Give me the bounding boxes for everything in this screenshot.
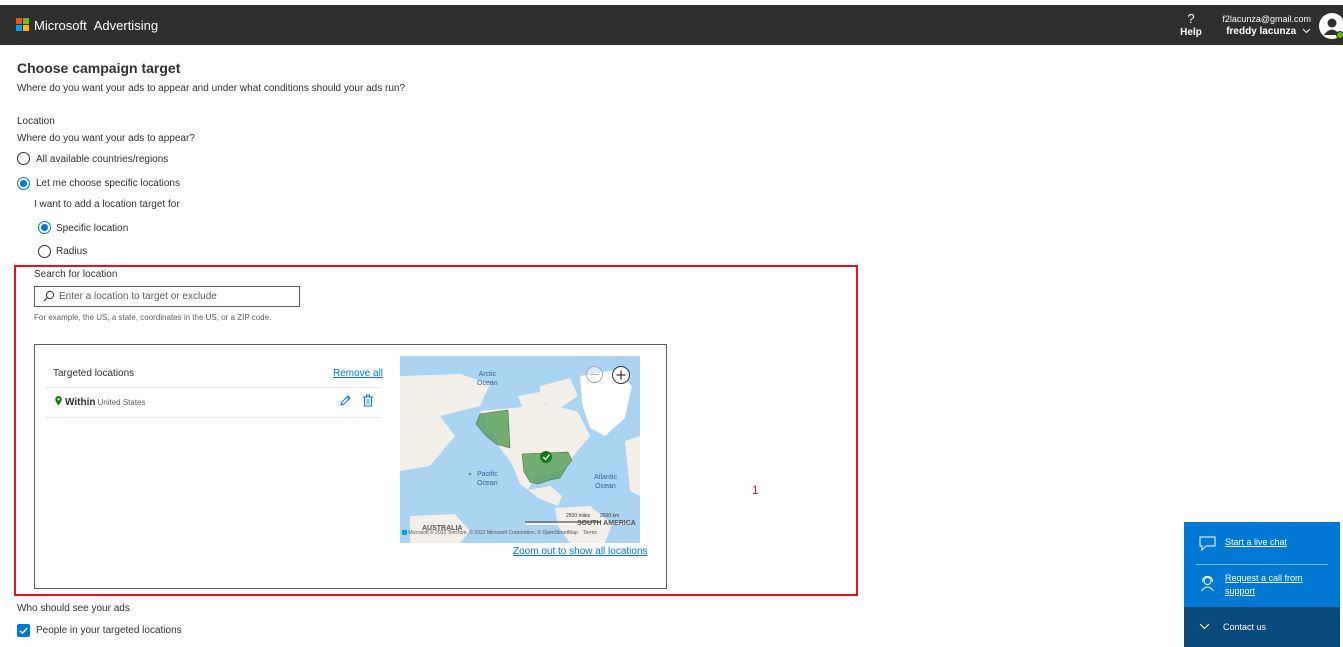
top-navigation-bar: Microsoft Advertising ? Help f2lacunza@gm… [0, 5, 1343, 45]
location-within: Within [65, 397, 96, 408]
map-attribution: Microsoft © 2022 TomTom, © 2022 Microsof… [402, 530, 640, 536]
targeted-location-row: Within United States [55, 396, 146, 408]
radio-specific-location[interactable] [38, 221, 51, 234]
zoom-out-button[interactable] [586, 366, 603, 383]
map-label-line: Ocean [595, 483, 616, 490]
start-live-chat-link[interactable]: Start a live chat [1225, 536, 1287, 549]
map-scale-miles: 2500 miles [566, 513, 591, 519]
minus-icon [590, 374, 599, 375]
map-label-line: Ocean [477, 480, 498, 487]
targeted-people-checkbox[interactable] [17, 624, 30, 637]
annotation-number: 1 [752, 483, 759, 497]
location-pin-icon [55, 396, 62, 406]
bing-logo-icon [402, 530, 407, 536]
map-scale-km: 2500 km [600, 513, 620, 519]
targeted-locations-heading: Targeted locations [53, 368, 135, 379]
radio-all-countries[interactable] [17, 152, 30, 165]
divider [1196, 564, 1328, 565]
plus-icon [616, 370, 626, 380]
contact-us-bar[interactable]: Contact us [1184, 607, 1340, 647]
contact-widget: Start a live chat Request a call from su… [1184, 522, 1340, 647]
radio-all-countries-label[interactable]: All available countries/regions [36, 154, 168, 165]
checkmark-icon [19, 627, 28, 635]
radio-specific-locations-label[interactable]: Let me choose specific locations [36, 178, 180, 189]
contact-options: Start a live chat Request a call from su… [1184, 522, 1340, 607]
edit-icon[interactable] [339, 394, 352, 407]
location-map[interactable]: Arctic Ocean Pacific Ocean Atlantic Ocea… [400, 356, 640, 543]
map-label-line: Ocean [477, 380, 498, 387]
request-call-line2: support [1225, 586, 1256, 596]
delete-icon[interactable] [362, 394, 374, 407]
user-name-text: freddy lacunza [1226, 26, 1297, 37]
microsoft-logo-icon[interactable] [16, 18, 30, 32]
search-label: Search for location [34, 269, 118, 280]
location-heading: Location [17, 116, 55, 127]
location-question: Where do you want your ads to appear? [17, 133, 195, 144]
user-name: freddy lacunza [1222, 26, 1311, 37]
location-search-box[interactable] [34, 286, 300, 307]
map-attribution-text: Microsoft © 2022 TomTom, © 2022 Microsof… [408, 530, 578, 536]
search-icon [43, 290, 55, 302]
targeted-people-label[interactable]: People in your targeted locations [36, 625, 182, 636]
request-call-link[interactable]: Request a call from support [1225, 572, 1303, 598]
zoom-out-all-locations-link[interactable]: Zoom out to show all locations [513, 546, 648, 557]
map-label-atlantic: Atlantic Ocean [594, 473, 617, 491]
help-icon: ? [1187, 11, 1195, 26]
map-label-arctic: Arctic Ocean [477, 370, 498, 388]
headset-icon [1201, 575, 1214, 592]
location-search-input[interactable] [59, 288, 289, 305]
divider [45, 417, 381, 418]
map-label-line: Atlantic [594, 474, 617, 481]
radio-specific-location-label[interactable]: Specific location [56, 223, 128, 234]
brand-microsoft: Microsoft [34, 18, 87, 33]
radio-radius[interactable] [38, 245, 51, 258]
map-label-south-america: SOUTH AMERICA [577, 520, 636, 527]
remove-all-link[interactable]: Remove all [333, 368, 383, 379]
avatar[interactable] [1319, 13, 1343, 39]
page-subtitle: Where do you want your ads to appear and… [17, 83, 406, 94]
help-label: Help [1180, 27, 1202, 38]
map-terms-link[interactable]: Terms [583, 530, 597, 536]
presence-indicator [1336, 31, 1343, 39]
chevron-down-icon [1199, 623, 1210, 630]
location-name: United States [97, 398, 146, 407]
user-email: f2lacunza@gmail.com [1222, 14, 1311, 24]
chevron-down-icon [1302, 29, 1311, 34]
help-button[interactable]: ? Help [1176, 11, 1206, 39]
page-title: Choose campaign target [17, 60, 181, 76]
search-hint: For example, the US, a state, coordinate… [34, 313, 272, 322]
chat-icon [1199, 536, 1216, 551]
brand-product: Advertising [93, 18, 159, 33]
map-label-pacific: Pacific Ocean [477, 470, 498, 488]
brand-name[interactable]: Microsoft Advertising [34, 18, 158, 33]
user-menu[interactable]: f2lacunza@gmail.com freddy lacunza [1222, 14, 1311, 37]
target-prompt: I want to add a location target for [34, 199, 180, 210]
radio-radius-label[interactable]: Radius [56, 246, 87, 257]
radio-specific-locations[interactable] [17, 177, 30, 190]
map-label-line: Pacific [477, 471, 498, 478]
request-call-line1: Request a call from [1225, 573, 1303, 583]
zoom-in-button[interactable] [612, 366, 630, 384]
map-label-line: Arctic [478, 371, 497, 378]
audience-heading: Who should see your ads [17, 603, 130, 614]
divider [45, 387, 381, 388]
contact-us-label: Contact us [1223, 622, 1267, 632]
